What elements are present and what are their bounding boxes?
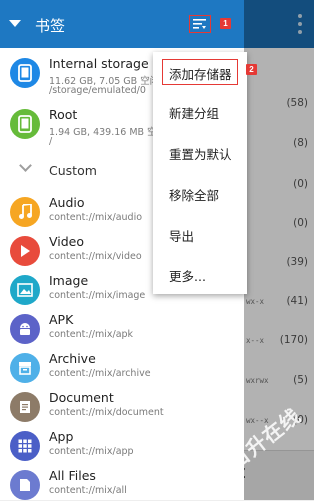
menu-item-label: 添加存储器 xyxy=(169,67,232,82)
file-icon xyxy=(10,470,40,500)
bookmark-title: Document xyxy=(49,390,114,405)
bookmark-item-apk[interactable]: APK content://mix/apk xyxy=(0,312,244,350)
menu-item-export[interactable]: 导出 xyxy=(153,216,247,252)
bookmark-title: Audio xyxy=(49,195,85,210)
sort-list-icon xyxy=(193,18,206,29)
bookmark-path: content://mix/document xyxy=(49,407,164,418)
menu-item-more[interactable]: 更多... xyxy=(153,256,247,292)
image-icon xyxy=(10,275,40,305)
storage-title: Internal storage xyxy=(49,56,149,71)
bookmark-item-all-files[interactable]: All Files content://mix/all xyxy=(0,468,244,500)
bookmark-item-app[interactable]: App content://mix/app xyxy=(0,429,244,467)
bookmark-path: content://mix/apk xyxy=(49,329,134,340)
menu-item-label: 更多... xyxy=(169,269,206,284)
bookmark-path: content://mix/audio xyxy=(49,212,143,223)
drawer-title: 书签 xyxy=(35,17,66,35)
menu-item-label: 重置为默认 xyxy=(169,147,232,162)
phone-icon xyxy=(10,109,40,139)
bookmark-item-document[interactable]: Document content://mix/document xyxy=(0,390,244,428)
grid-icon xyxy=(10,431,40,461)
bookmark-path: content://mix/video xyxy=(49,251,142,262)
archive-icon xyxy=(10,353,40,383)
menu-item-new-group[interactable]: 新建分组 xyxy=(153,93,247,129)
bookmark-title: Archive xyxy=(49,351,96,366)
menu-item-label: 新建分组 xyxy=(169,106,220,121)
bookmark-path: content://mix/all xyxy=(49,485,127,496)
storage-path: /storage/emulated/0 xyxy=(49,85,146,96)
drawer-header: 书签 1 xyxy=(0,0,244,48)
document-icon xyxy=(10,392,40,422)
menu-item-add-storage[interactable]: 添加存储器 xyxy=(153,54,247,90)
menu-item-label: 导出 xyxy=(169,229,195,244)
dropdown-arrow-icon[interactable] xyxy=(9,20,21,27)
custom-group-label: Custom xyxy=(49,163,97,178)
bookmark-path: content://mix/app xyxy=(49,446,134,457)
menu-item-label: 移除全部 xyxy=(169,188,220,203)
storage-detail: 1.94 GB, 439.16 MB 空闲 xyxy=(49,127,167,138)
bookmark-title: Video xyxy=(49,234,85,249)
bookmark-path: content://mix/image xyxy=(49,290,146,301)
bookmark-title: App xyxy=(49,429,74,444)
bookmark-path: content://mix/archive xyxy=(49,368,151,379)
bookmark-item-archive[interactable]: Archive content://mix/archive xyxy=(0,351,244,389)
play-icon xyxy=(10,236,40,266)
storage-title: Root xyxy=(49,107,78,122)
storage-path: / xyxy=(49,136,53,147)
bookmark-options-menu: 添加存储器 新建分组 重置为默认 移除全部 导出 更多... xyxy=(153,52,247,294)
annotation-badge-2: 2 xyxy=(246,64,257,75)
chevron-down-icon xyxy=(19,159,32,172)
android-icon xyxy=(10,314,40,344)
menu-item-reset-default[interactable]: 重置为默认 xyxy=(153,134,247,170)
bookmark-title: All Files xyxy=(49,468,96,483)
menu-item-remove-all[interactable]: 移除全部 xyxy=(153,175,247,211)
annotation-badge-1: 1 xyxy=(220,18,231,29)
sort-list-button[interactable] xyxy=(189,15,211,33)
bookmark-title: APK xyxy=(49,312,74,327)
music-note-icon xyxy=(10,197,40,227)
phone-icon xyxy=(10,58,40,88)
bookmark-title: Image xyxy=(49,273,89,288)
